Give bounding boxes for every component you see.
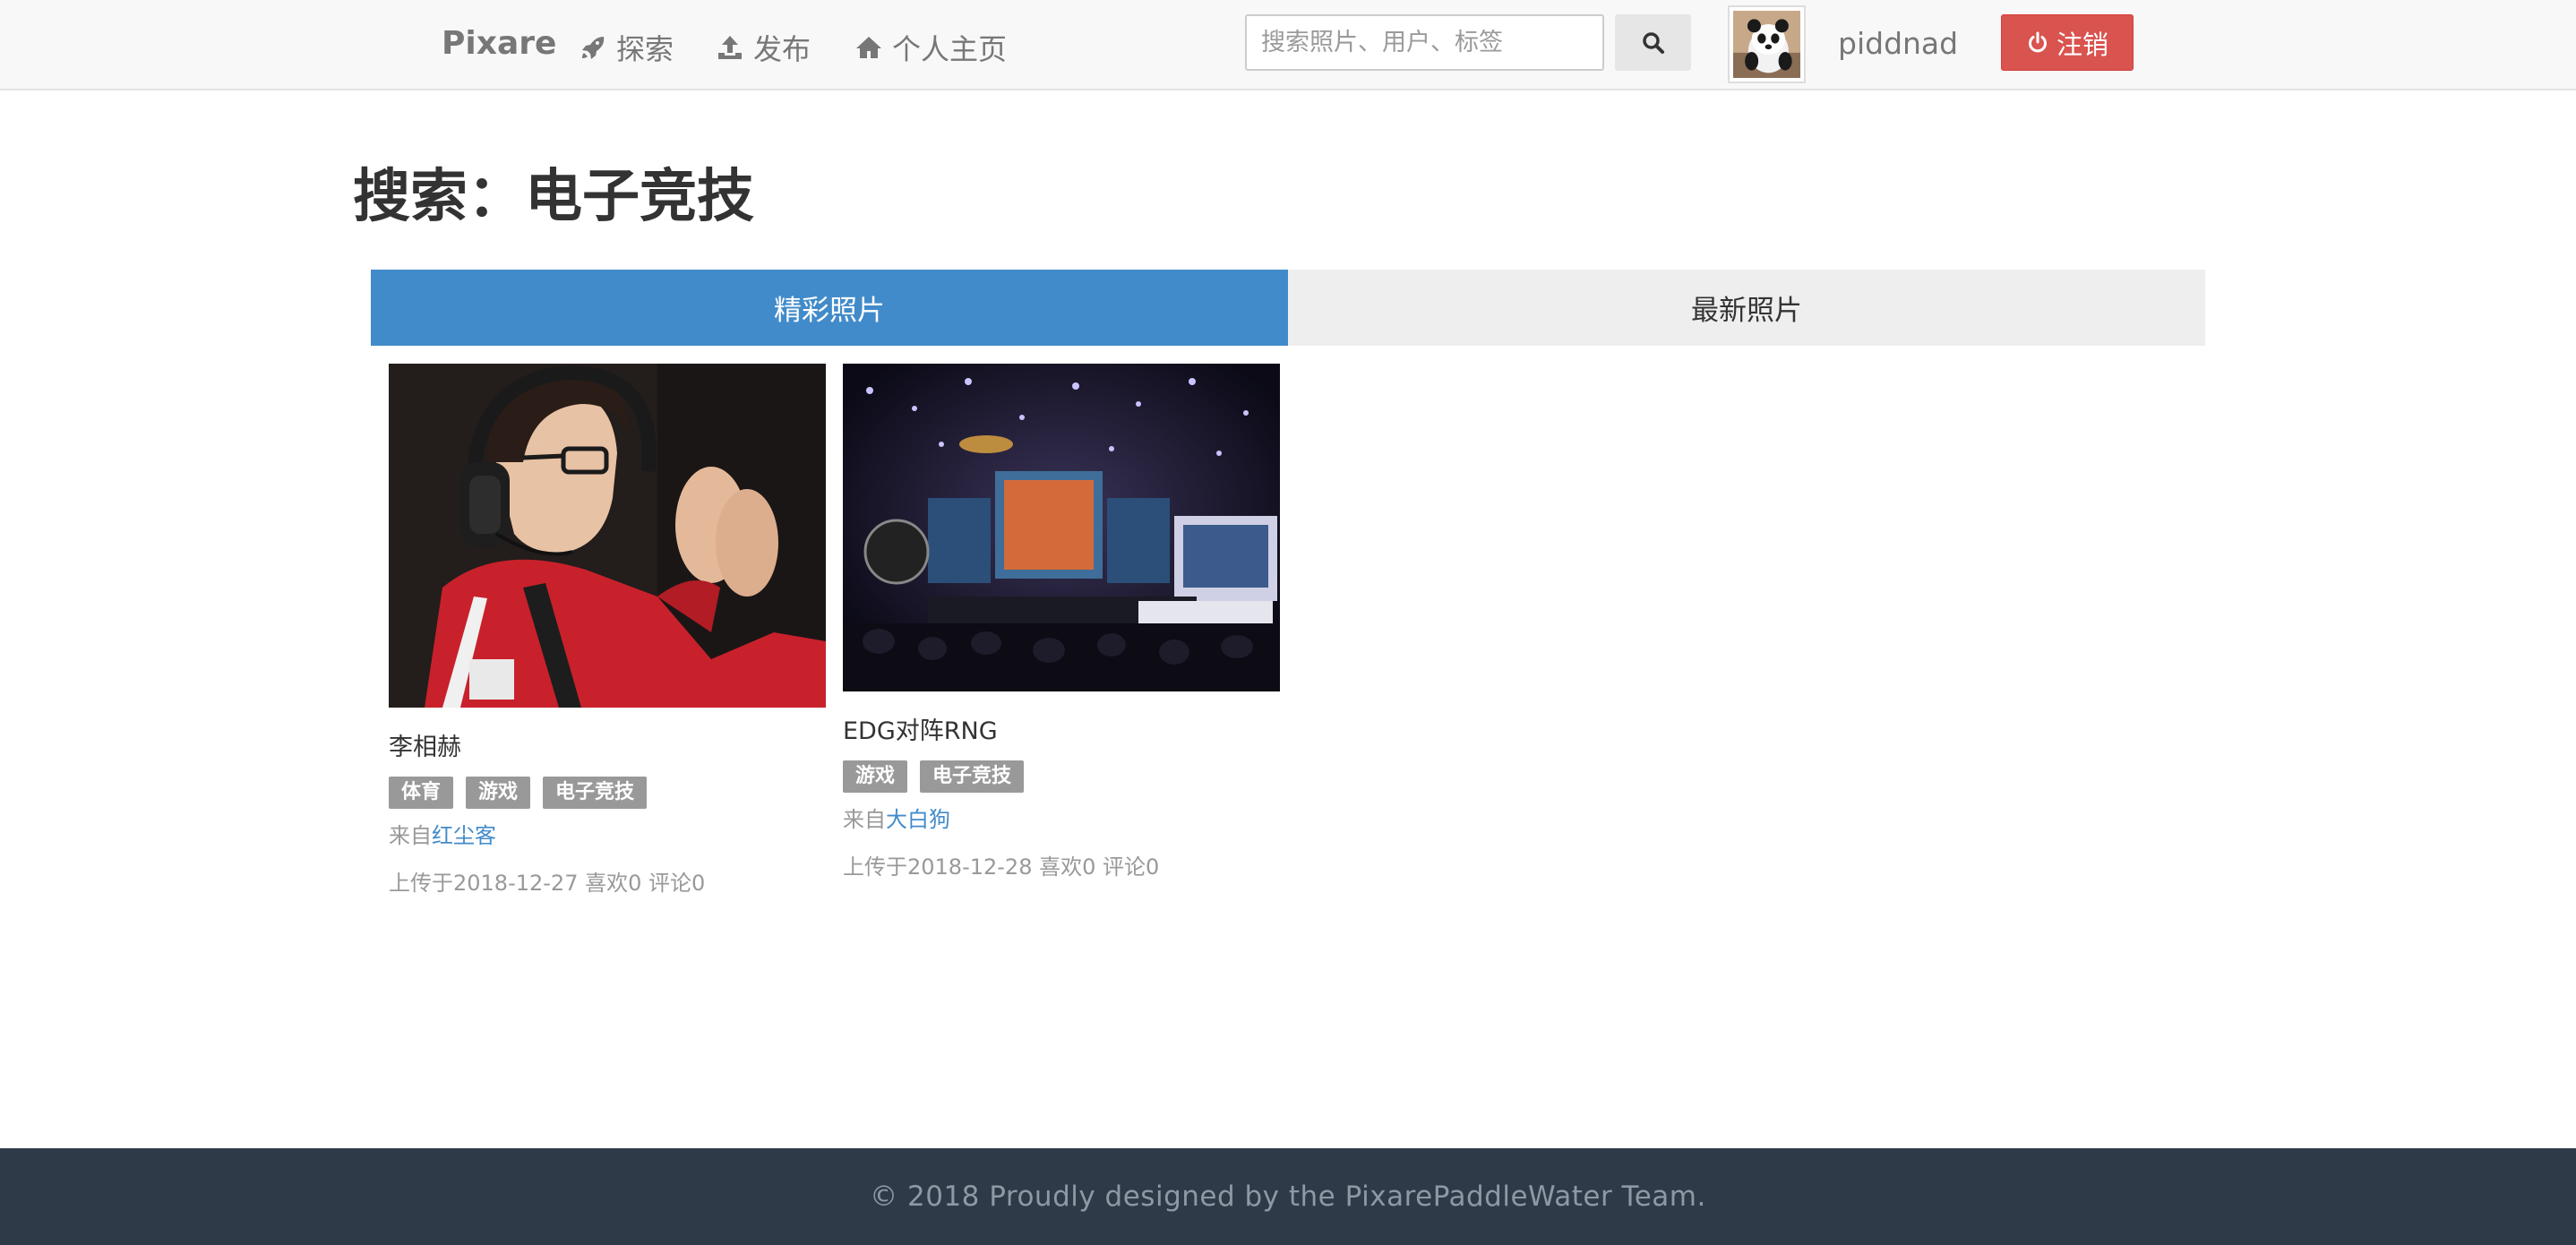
photo-meta: 上传于2018-12-27 喜欢0 评论0 bbox=[389, 871, 706, 896]
page-footer: © 2018 Proudly designed by the PixarePad… bbox=[0, 1148, 2576, 1245]
power-icon bbox=[2029, 31, 2047, 52]
tag-list: 体育 游戏 电子竞技 bbox=[389, 777, 826, 809]
photo-title[interactable]: EDG对阵RNG bbox=[843, 711, 1280, 746]
rocket-icon bbox=[579, 33, 607, 62]
nav-home-label: 个人主页 bbox=[892, 32, 1008, 66]
nav-home-link[interactable]: 个人主页 bbox=[854, 27, 1007, 68]
logout-label: 注销 bbox=[2056, 30, 2108, 60]
photo-author-line: 来自红尘客 bbox=[389, 818, 826, 849]
page-title: 搜索：电子竞技 bbox=[353, 164, 754, 230]
logout-button[interactable]: 注销 bbox=[2001, 14, 2134, 71]
from-prefix: 来自 bbox=[843, 807, 886, 832]
tag-badge[interactable]: 游戏 bbox=[466, 777, 531, 809]
brand-logo[interactable]: Pixare bbox=[442, 25, 556, 62]
username-link[interactable]: piddnad bbox=[1838, 26, 1958, 61]
search-input[interactable] bbox=[1245, 14, 1604, 71]
photo-card: 李相赫 体育 游戏 电子竞技 来自红尘客 上传于2018-12-27 喜欢0 评… bbox=[389, 364, 826, 897]
tag-badge[interactable]: 电子竞技 bbox=[920, 760, 1025, 793]
top-navbar: Pixare 探索 发布 个人主页 搜索照片、用户、标签 piddnad 注销 bbox=[0, 0, 2576, 90]
author-link[interactable]: 大白狗 bbox=[886, 807, 950, 832]
search-button[interactable] bbox=[1615, 14, 1691, 71]
from-prefix: 来自 bbox=[389, 823, 432, 848]
photo-author-line: 来自大白狗 bbox=[843, 802, 1280, 833]
nav-explore-label: 探索 bbox=[616, 32, 674, 66]
photo-image[interactable] bbox=[389, 364, 826, 708]
author-link[interactable]: 红尘客 bbox=[432, 823, 496, 848]
nav-publish-link[interactable]: 发布 bbox=[716, 27, 811, 68]
photo-meta: 上传于2018-12-28 喜欢0 评论0 bbox=[843, 854, 1160, 880]
avatar[interactable] bbox=[1728, 5, 1806, 83]
tag-badge[interactable]: 电子竞技 bbox=[543, 777, 648, 809]
tag-list: 游戏 电子竞技 bbox=[843, 760, 1280, 793]
panda-avatar-icon bbox=[1733, 11, 1800, 78]
photo-title[interactable]: 李相赫 bbox=[389, 727, 826, 762]
footer-copyright: © 2018 Proudly designed by the PixarePad… bbox=[870, 1181, 1706, 1213]
photo-image[interactable] bbox=[843, 364, 1280, 691]
nav-publish-label: 发布 bbox=[753, 32, 811, 66]
tag-badge[interactable]: 游戏 bbox=[843, 760, 908, 793]
tab-latest[interactable]: 最新照片 bbox=[1288, 270, 2205, 346]
tag-badge[interactable]: 体育 bbox=[389, 777, 454, 809]
search-icon bbox=[1641, 30, 1666, 56]
photo-tabs: 精彩照片 最新照片 bbox=[371, 270, 2205, 346]
home-icon bbox=[854, 33, 883, 62]
upload-icon bbox=[716, 33, 744, 62]
photo-card: EDG对阵RNG 游戏 电子竞技 来自大白狗 上传于2018-12-28 喜欢0… bbox=[843, 364, 1280, 880]
nav-explore-link[interactable]: 探索 bbox=[579, 27, 674, 68]
tab-featured[interactable]: 精彩照片 bbox=[371, 270, 1288, 346]
